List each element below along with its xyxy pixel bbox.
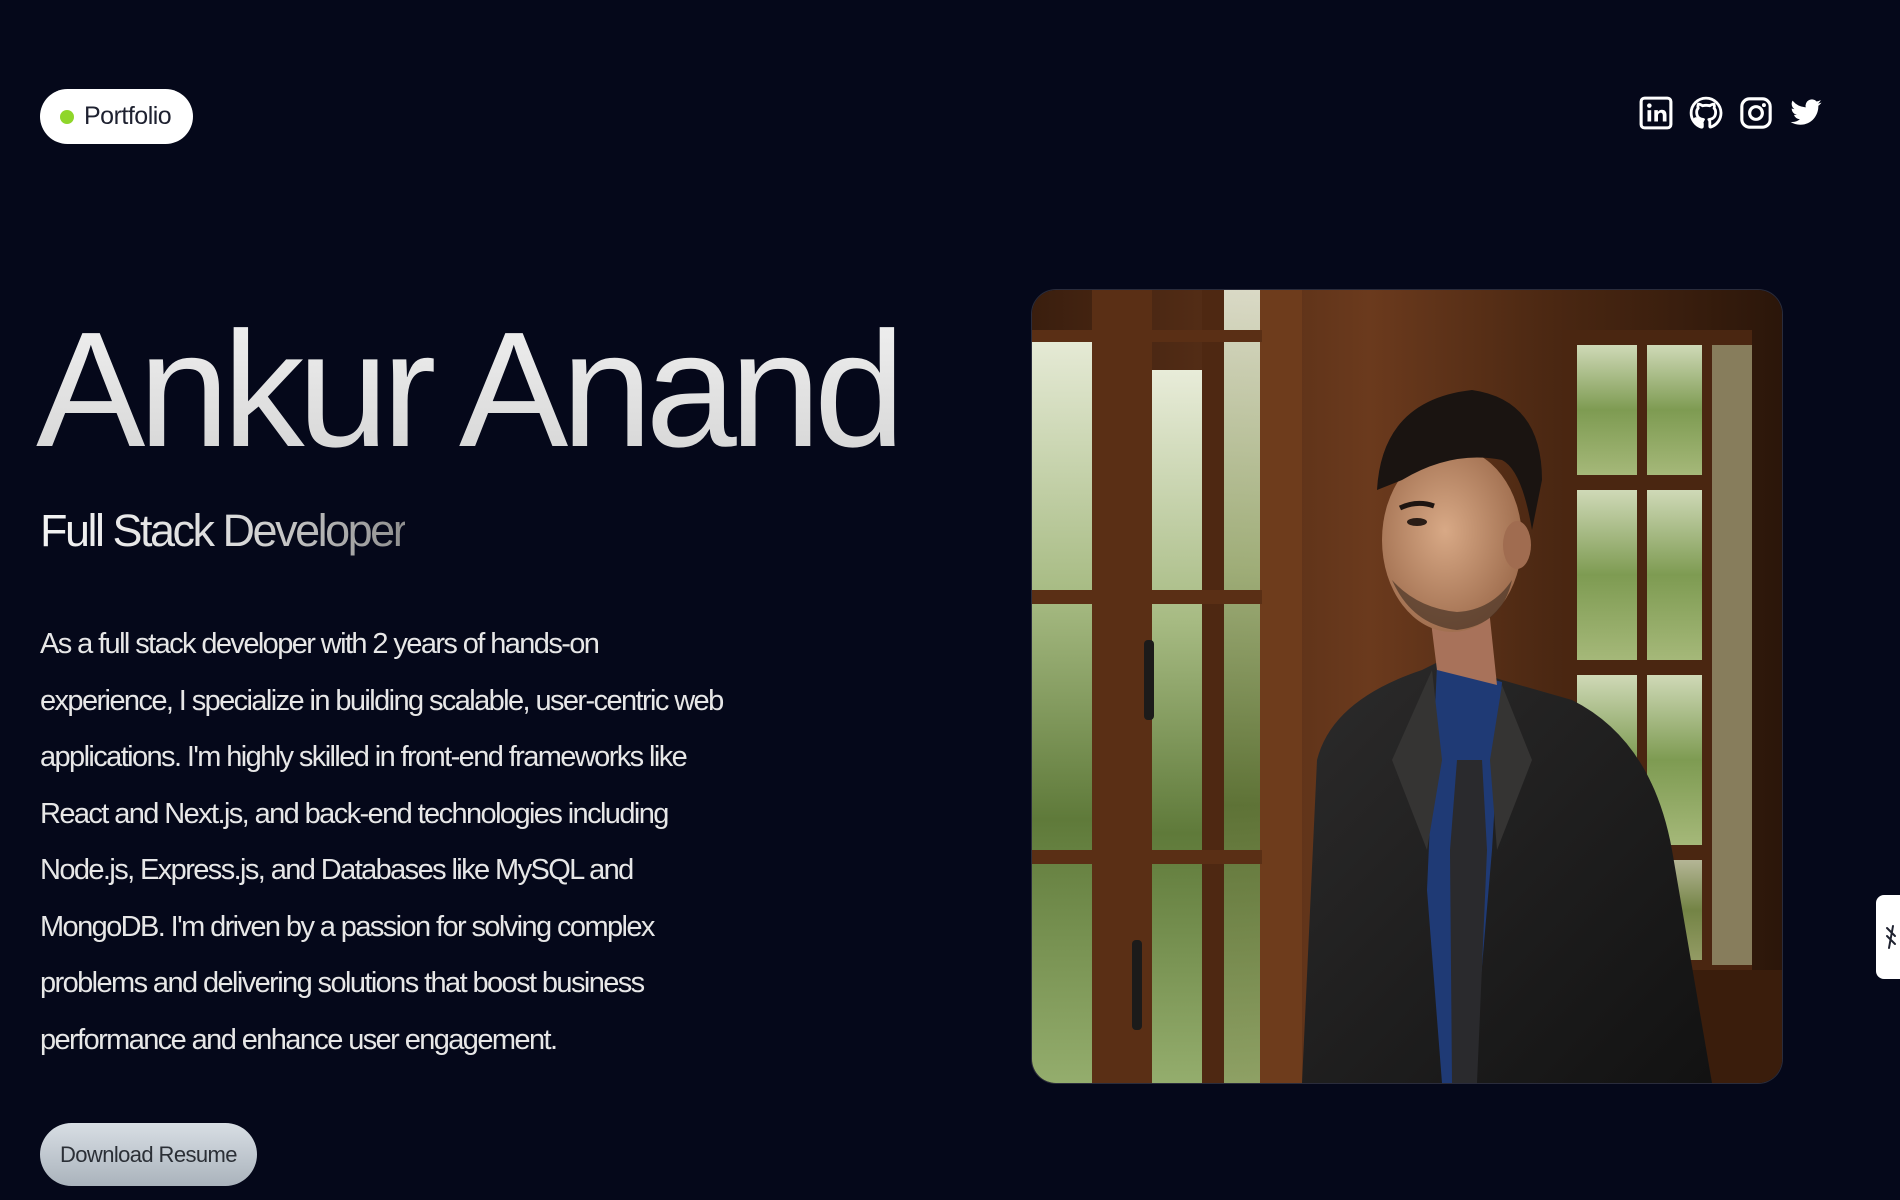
side-panel-tab[interactable] bbox=[1876, 895, 1900, 979]
portfolio-badge-label: Portfolio bbox=[84, 102, 172, 130]
twitter-link[interactable] bbox=[1789, 93, 1823, 133]
twitter-icon bbox=[1790, 99, 1822, 125]
download-resume-button[interactable]: Download Resume bbox=[40, 1123, 257, 1186]
instagram-link[interactable] bbox=[1739, 93, 1773, 133]
hero-role: Full Stack Developer bbox=[40, 505, 408, 556]
linkedin-icon bbox=[1639, 96, 1673, 130]
hero-name: Ankur Anand bbox=[36, 298, 905, 481]
github-link[interactable] bbox=[1689, 93, 1723, 133]
tab-handle-icon bbox=[1886, 925, 1896, 949]
github-icon bbox=[1689, 96, 1723, 129]
instagram-icon bbox=[1740, 97, 1772, 129]
portfolio-page: Portfolio Ankur Anand Full Stack Develop… bbox=[0, 0, 1900, 1200]
hero-bio: As a full stack developer with 2 years o… bbox=[40, 628, 724, 1056]
portfolio-badge[interactable]: Portfolio bbox=[40, 89, 194, 144]
status-dot-icon bbox=[60, 109, 74, 124]
linkedin-link[interactable] bbox=[1639, 93, 1673, 133]
profile-photo bbox=[1032, 290, 1782, 1083]
social-links bbox=[1639, 93, 1823, 133]
